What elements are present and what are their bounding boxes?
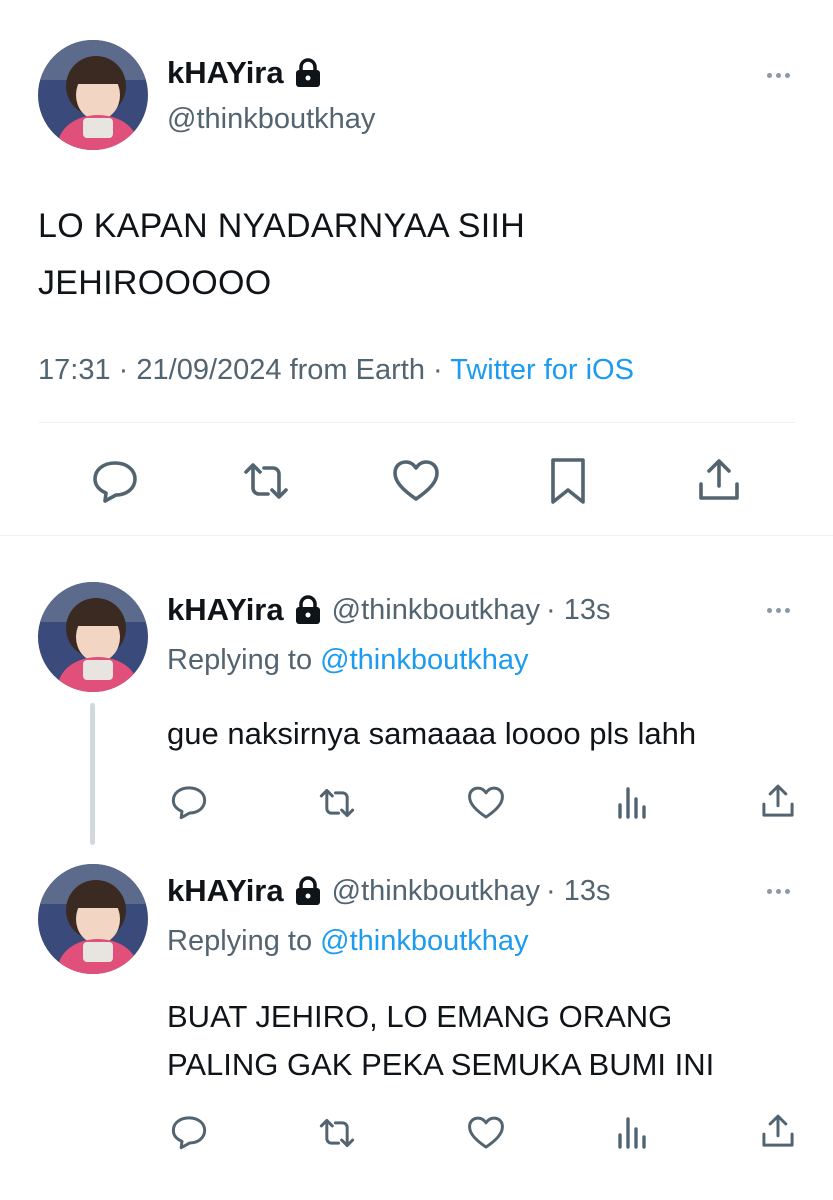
reply-icon[interactable]: [170, 1114, 208, 1150]
replying-to-handle[interactable]: @thinkboutkhay: [320, 925, 528, 957]
tweet-time[interactable]: 17:31: [38, 354, 111, 386]
meta-separator: ·: [433, 354, 443, 386]
meta-separator: ·: [118, 354, 129, 386]
avatar[interactable]: [38, 582, 148, 692]
author-name-row[interactable]: kHAYira: [167, 55, 322, 91]
replying-to: Replying to @thinkboutkhay: [167, 644, 529, 677]
reply-header: kHAYira @thinkboutkhay · 13s: [167, 592, 611, 628]
views-icon[interactable]: [615, 1113, 651, 1151]
tweet-meta: 17:31 · 21/09/2024 from Earth · Twitter …: [38, 354, 634, 387]
reply-text-line: PALING GAK PEKA SEMUKA BUMI INI: [167, 1047, 715, 1082]
more-options-icon[interactable]: [767, 889, 790, 894]
display-name[interactable]: kHAYira: [167, 592, 284, 628]
reply-text: gue naksirnya samaaaa loooo pls lahh: [167, 714, 696, 754]
author-handle[interactable]: @thinkboutkhay: [167, 103, 375, 136]
views-icon[interactable]: [615, 783, 651, 821]
share-icon[interactable]: [696, 456, 742, 504]
reply-age[interactable]: · 13s: [546, 594, 610, 627]
retweet-icon[interactable]: [316, 785, 358, 821]
lock-icon: [294, 876, 322, 906]
reply-icon[interactable]: [170, 784, 208, 820]
author-handle[interactable]: @thinkboutkhay: [332, 594, 540, 627]
divider: [0, 535, 833, 536]
replying-to-label: Replying to: [167, 925, 313, 957]
bookmark-icon[interactable]: [548, 456, 588, 506]
reply-header: kHAYira @thinkboutkhay · 13s: [167, 873, 611, 909]
reply-text-line: BUAT JEHIRO, LO EMANG ORANG: [167, 999, 673, 1034]
lock-icon: [294, 595, 322, 625]
share-icon[interactable]: [760, 782, 796, 820]
more-options-icon[interactable]: [767, 608, 790, 613]
tweet-location: from Earth: [289, 354, 425, 386]
replying-to-label: Replying to: [167, 644, 313, 676]
display-name[interactable]: kHAYira: [167, 55, 284, 91]
retweet-icon[interactable]: [316, 1115, 358, 1151]
replying-to-handle[interactable]: @thinkboutkhay: [320, 644, 528, 676]
thread-line: [90, 703, 95, 845]
reply-text: BUAT JEHIRO, LO EMANG ORANG PALING GAK P…: [167, 993, 714, 1089]
like-icon[interactable]: [391, 458, 441, 504]
avatar[interactable]: [38, 864, 148, 974]
like-icon[interactable]: [466, 1115, 506, 1151]
tweet-text-line: JEHIROOOOO: [38, 264, 272, 302]
reply-text-line: gue naksirnya samaaaa loooo pls lahh: [167, 716, 697, 751]
reply-age[interactable]: · 13s: [546, 875, 610, 908]
avatar-image: [38, 864, 148, 974]
tweet-text-line: LO KAPAN NYADARNYAA SIIH: [38, 207, 526, 245]
lock-icon: [294, 58, 322, 88]
avatar-image: [38, 582, 148, 692]
author-handle[interactable]: @thinkboutkhay: [332, 875, 540, 908]
share-icon[interactable]: [760, 1112, 796, 1150]
display-name[interactable]: kHAYira: [167, 873, 284, 909]
avatar[interactable]: [38, 40, 148, 150]
reply-icon[interactable]: [91, 458, 139, 504]
replying-to: Replying to @thinkboutkhay: [167, 925, 529, 958]
avatar-image: [38, 40, 148, 150]
tweet-date[interactable]: 21/09/2024: [136, 354, 281, 386]
divider: [38, 422, 795, 423]
more-options-icon[interactable]: [767, 73, 790, 78]
tweet-text: LO KAPAN NYADARNYAA SIIH JEHIROOOOO: [38, 198, 525, 312]
tweet-source[interactable]: Twitter for iOS: [450, 354, 634, 386]
like-icon[interactable]: [466, 785, 506, 821]
retweet-icon[interactable]: [240, 458, 292, 504]
